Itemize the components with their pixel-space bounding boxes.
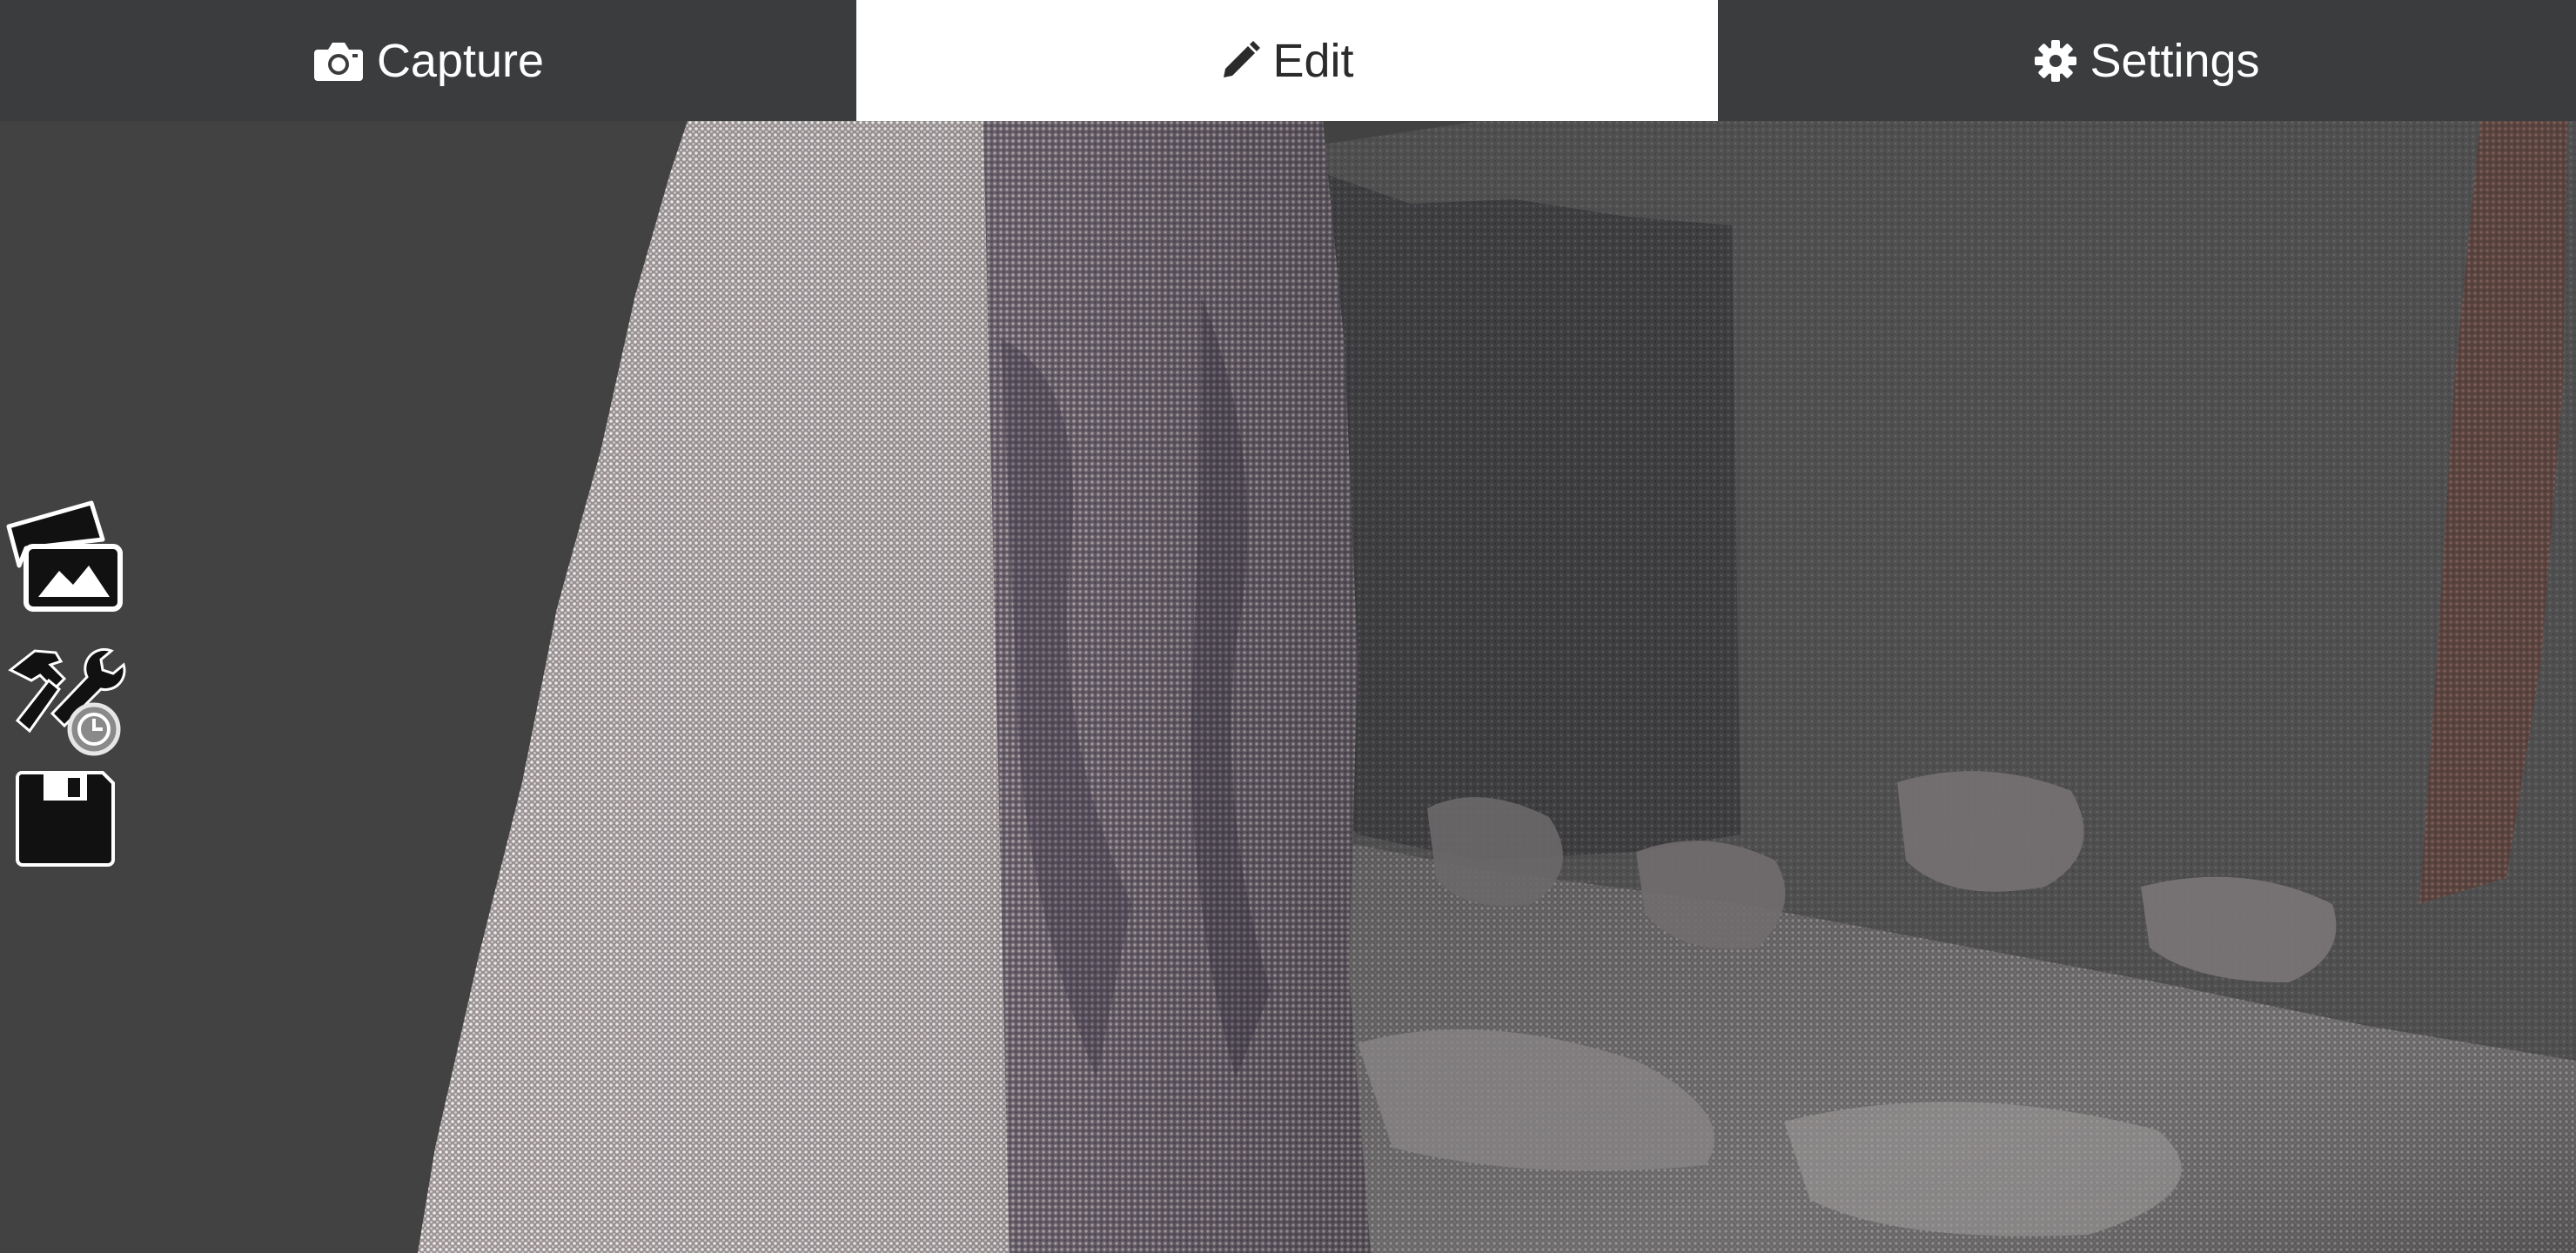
gallery-button[interactable]	[0, 496, 131, 613]
back-wall-dark	[1323, 173, 1741, 861]
tools-button[interactable]	[0, 635, 131, 757]
gear-icon	[2034, 39, 2077, 83]
pencil-icon	[1220, 40, 1261, 81]
tab-edit[interactable]: Edit	[856, 0, 1718, 121]
gallery-icon	[0, 496, 131, 613]
tab-settings[interactable]: Settings	[1718, 0, 2576, 121]
app-window: Capture Edit Settings	[0, 0, 2576, 1253]
tab-edit-label: Edit	[1272, 34, 1354, 87]
camera-icon	[312, 39, 365, 83]
mode-tab-bar: Capture Edit Settings	[0, 0, 2576, 121]
tools-icon	[0, 635, 131, 757]
point-cloud-viewport[interactable]	[0, 121, 2576, 1253]
tab-capture[interactable]: Capture	[0, 0, 856, 121]
tab-capture-label: Capture	[376, 34, 545, 87]
tab-settings-label: Settings	[2090, 34, 2260, 87]
floor-rock	[1897, 771, 2084, 892]
save-icon	[0, 766, 131, 870]
point-cloud-scene	[418, 121, 2576, 1253]
save-button[interactable]	[0, 766, 131, 870]
